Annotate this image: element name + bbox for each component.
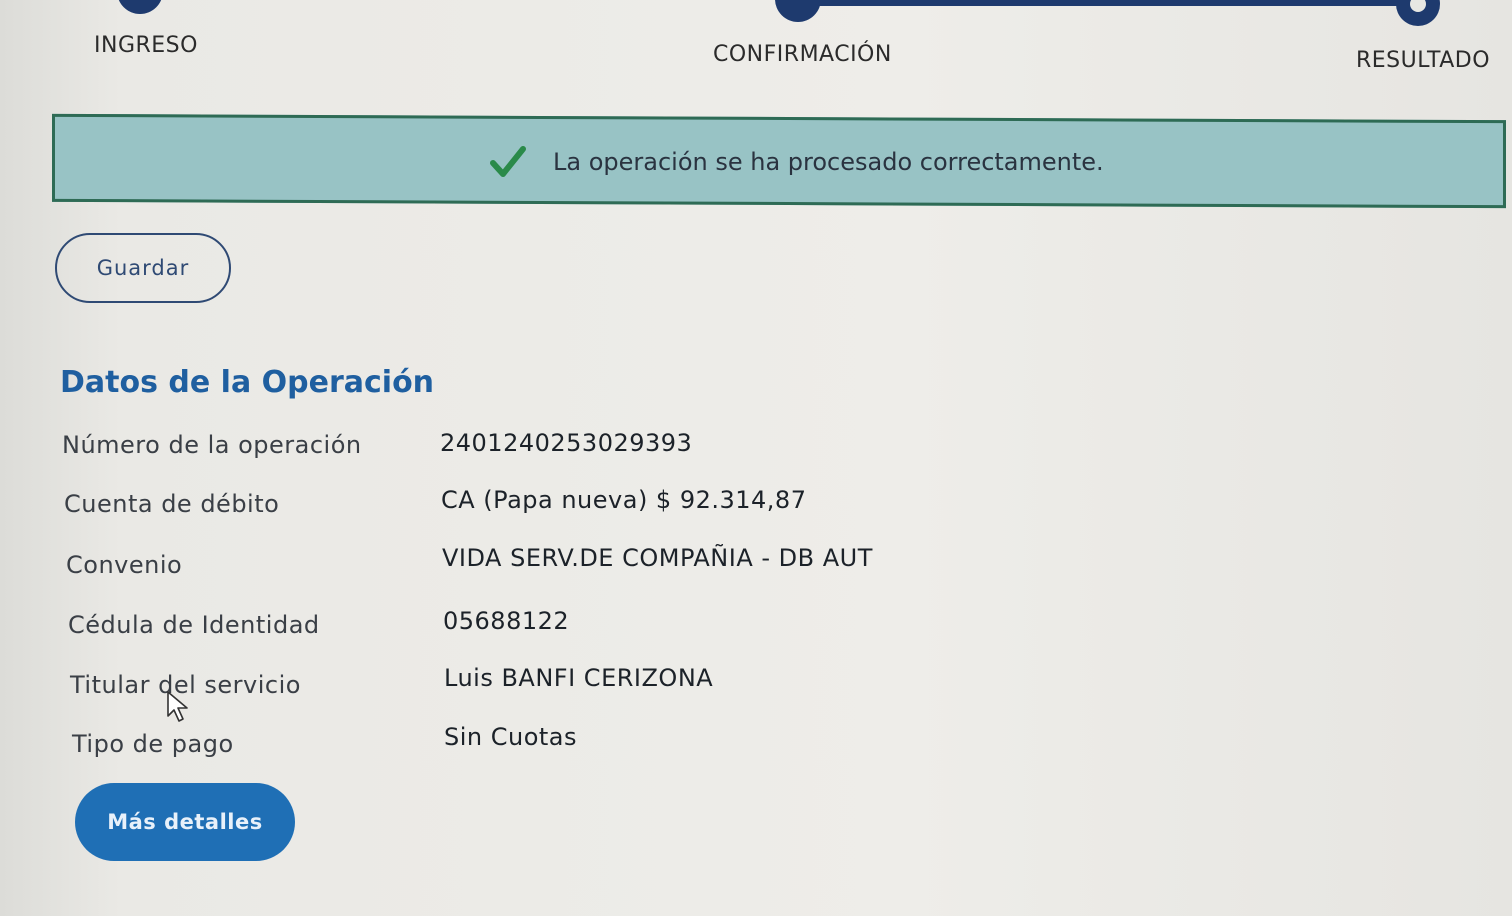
progress-stepper: INGRESO CONFIRMACIÓN RESULTADO [0, 0, 1512, 90]
check-icon [490, 146, 526, 177]
value-cuenta-debito: CA (Papa nueva) $ 92.314,87 [441, 486, 807, 514]
step-dot-ingreso [117, 0, 163, 14]
value-cedula: 05688122 [443, 607, 570, 635]
success-message: La operación se ha procesado correctamen… [553, 148, 1104, 176]
step-dot-resultado [1396, 0, 1440, 26]
label-tipo-pago: Tipo de pago [72, 730, 234, 758]
more-details-button[interactable]: Más detalles [75, 783, 295, 861]
mouse-cursor-icon [167, 691, 188, 722]
label-cedula: Cédula de Identidad [68, 611, 320, 639]
value-numero-operacion: 2401240253029393 [440, 429, 693, 457]
step-label-resultado: RESULTADO [1356, 48, 1491, 73]
label-convenio: Convenio [66, 551, 183, 579]
value-tipo-pago: Sin Cuotas [444, 723, 578, 751]
section-title: Datos de la Operación [60, 365, 435, 400]
value-convenio: VIDA SERV.DE COMPAÑIA - DB AUT [442, 544, 873, 572]
save-button[interactable]: Guardar [55, 233, 231, 303]
operation-result-page: INGRESO CONFIRMACIÓN RESULTADO La operac… [0, 0, 1512, 916]
step-label-ingreso: INGRESO [94, 33, 198, 58]
label-cuenta-debito: Cuenta de débito [64, 490, 280, 518]
stepper-line [798, 0, 1418, 6]
step-label-confirmacion: CONFIRMACIÓN [713, 42, 892, 67]
step-dot-confirmacion [775, 0, 821, 22]
label-numero-operacion: Número de la operación [62, 431, 362, 459]
value-titular: Luis BANFI CERIZONA [444, 664, 714, 692]
